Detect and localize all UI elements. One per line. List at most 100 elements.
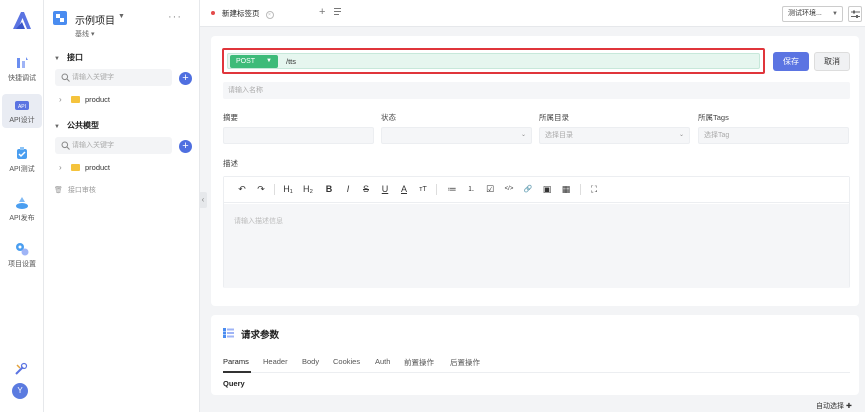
tags-label: 所属Tags: [698, 113, 729, 122]
unsaved-dot-icon: [211, 11, 215, 15]
tools-icon[interactable]: [14, 362, 28, 376]
toolbar-divider: [580, 184, 581, 195]
chevron-down-icon: ⌄: [520, 132, 526, 138]
task-list-icon[interactable]: ☑: [484, 183, 496, 196]
bullet-list-icon[interactable]: ≔: [446, 183, 458, 196]
ordered-list-icon[interactable]: ⒈: [465, 183, 477, 196]
settings-sliders-icon: [851, 10, 860, 18]
chevron-right-icon: ›: [59, 163, 62, 172]
more-options-icon[interactable]: ···: [168, 11, 182, 23]
cancel-button[interactable]: 取消: [814, 52, 850, 71]
folder-icon: [71, 96, 80, 103]
project-dropdown-icon[interactable]: ▼: [118, 13, 125, 20]
status-select[interactable]: ⌄: [381, 127, 532, 144]
params-icon: [223, 328, 234, 338]
rail-item-project-settings[interactable]: 项目设置: [2, 238, 42, 272]
chevron-down-icon: ⌄: [678, 132, 684, 138]
tree-folder-product[interactable]: › product: [59, 95, 110, 109]
rail-item-api-design[interactable]: API API设计: [2, 94, 42, 128]
method-select[interactable]: POST ▼: [230, 55, 278, 68]
tab-label: 新建标签页: [222, 9, 260, 18]
model-section-header[interactable]: ▼ 公共模型: [54, 120, 99, 131]
tags-placeholder: 选择Tag: [704, 132, 730, 139]
save-button[interactable]: 保存: [773, 52, 809, 71]
close-tab-icon[interactable]: ×: [265, 11, 274, 19]
rail-item-label: 项目设置: [8, 261, 36, 268]
add-model-button[interactable]: +: [179, 140, 192, 153]
interface-section-header[interactable]: ▼ 接口: [54, 52, 83, 63]
api-design-icon: API: [15, 101, 29, 110]
chevron-right-icon: ›: [59, 95, 62, 104]
add-interface-button[interactable]: +: [179, 72, 192, 85]
tab-list-icon[interactable]: [334, 7, 343, 16]
environment-settings-button[interactable]: [848, 6, 862, 22]
rich-text-editor: ↶ ↷ H₁ H₂ B I S U A ᴛT ≔ ⒈ ☑ </> 🔗 ▣ ▦ ⛶…: [223, 176, 850, 288]
italic-icon[interactable]: I: [342, 183, 354, 196]
url-bar: POST ▼: [227, 53, 760, 69]
chevron-down-icon: ▼: [832, 11, 838, 17]
summary-input[interactable]: [223, 127, 374, 144]
interface-review-item[interactable]: 🗑 接口审核: [54, 185, 96, 195]
strikethrough-icon[interactable]: S: [360, 183, 372, 196]
auto-select-button[interactable]: 自动选择 ✚: [816, 401, 852, 411]
rail-item-api-test[interactable]: API测试: [2, 143, 42, 177]
rail-item-api-publish[interactable]: API发布: [2, 192, 42, 226]
tags-select[interactable]: 选择Tag: [698, 127, 849, 144]
image-icon[interactable]: ▣: [541, 183, 553, 196]
add-tab-icon[interactable]: +: [319, 6, 325, 18]
tab-new[interactable]: 新建标签页 ×: [205, 4, 280, 24]
tab-post-operations[interactable]: 后置操作: [450, 357, 480, 368]
avatar[interactable]: Y: [12, 383, 28, 399]
tab-pre-operations[interactable]: 前置操作: [404, 357, 434, 368]
active-tab-indicator: [223, 371, 251, 373]
tree-folder-product[interactable]: › product: [59, 163, 110, 177]
heading1-icon[interactable]: H₁: [282, 183, 294, 196]
interface-section-label: 接口: [66, 53, 83, 62]
description-textarea[interactable]: 请输入描述信息: [224, 204, 849, 288]
model-search-input[interactable]: [72, 137, 168, 154]
api-name-input[interactable]: [223, 82, 850, 99]
description-placeholder: 请输入描述信息: [234, 218, 283, 225]
tree-folder-label: product: [85, 95, 111, 104]
tab-body[interactable]: Body: [302, 357, 319, 366]
text-color-icon[interactable]: A: [398, 183, 410, 196]
api-editor-card: POST ▼ 保存 取消 摘要 状态 所属目录 所属Tags ⌄ 选择目录 ⌄ 选择…: [211, 36, 859, 306]
undo-icon[interactable]: ↶: [236, 183, 248, 196]
underline-icon[interactable]: U: [379, 183, 391, 196]
environment-select[interactable]: 测试环境... ▼: [782, 6, 843, 22]
project-sidebar: 示例项目 ▼ 基线 ▾ ··· ▼ 接口 + › product ▼ 公共模型 + ›…: [44, 0, 200, 412]
branch-selector[interactable]: 基线 ▾: [75, 29, 94, 39]
tabs-divider: [223, 372, 850, 373]
interface-search-input[interactable]: [72, 69, 168, 86]
trash-icon: 🗑: [54, 187, 63, 194]
link-icon[interactable]: 🔗: [522, 183, 534, 196]
app-logo-icon[interactable]: [11, 10, 33, 30]
url-input[interactable]: [286, 54, 756, 68]
api-test-icon: [17, 147, 27, 159]
folder-icon: [71, 164, 80, 171]
tab-auth[interactable]: Auth: [375, 357, 390, 366]
code-icon[interactable]: </>: [503, 183, 515, 196]
tab-header[interactable]: Header: [263, 357, 288, 366]
tab-params[interactable]: Params: [223, 357, 249, 366]
bold-icon[interactable]: B: [323, 183, 335, 196]
params-title: 请求参数: [241, 330, 280, 341]
quick-debug-icon: [17, 57, 28, 68]
rail-item-quick-debug[interactable]: 快捷调试: [2, 52, 42, 86]
redo-icon[interactable]: ↷: [255, 183, 267, 196]
directory-select[interactable]: 选择目录 ⌄: [539, 127, 690, 144]
model-search: [55, 137, 172, 154]
project-name[interactable]: 示例项目: [75, 12, 115, 27]
query-section-label: Query: [223, 379, 245, 388]
tab-cookies[interactable]: Cookies: [333, 357, 360, 366]
description-label: 描述: [223, 159, 238, 168]
font-size-icon[interactable]: ᴛT: [417, 183, 429, 196]
interface-search: [55, 69, 172, 86]
sidebar-collapse-handle[interactable]: ‹: [199, 192, 207, 208]
table-icon[interactable]: ▦: [560, 183, 572, 196]
chevron-down-icon: ▼: [266, 58, 272, 64]
fullscreen-icon[interactable]: ⛶: [588, 183, 600, 196]
request-params-card: 请求参数 Params Header Body Cookies Auth 前置操…: [211, 315, 859, 395]
heading2-icon[interactable]: H₂: [302, 183, 314, 196]
collapse-icon: ▼: [54, 56, 60, 62]
